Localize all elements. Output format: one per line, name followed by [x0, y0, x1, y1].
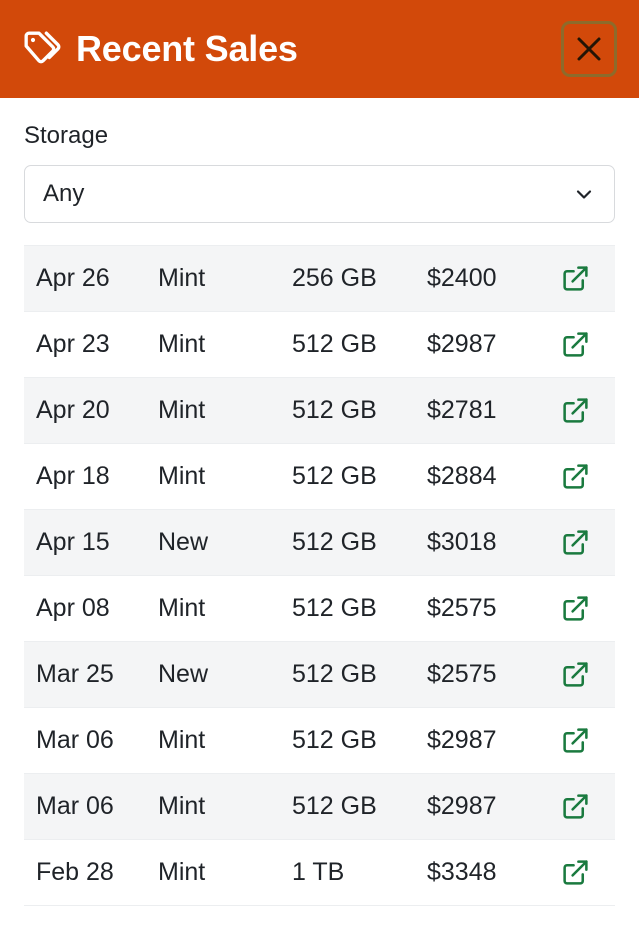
external-link-icon[interactable] — [561, 264, 590, 293]
cell-storage: 512 GB — [292, 662, 427, 687]
external-link-icon[interactable] — [561, 330, 590, 359]
table-row[interactable]: Apr 15 New 512 GB $3018 — [24, 510, 615, 576]
cell-storage: 512 GB — [292, 332, 427, 357]
storage-select[interactable]: Any — [24, 165, 615, 223]
cell-date: Apr 08 — [24, 596, 158, 621]
table-row[interactable]: Feb 28 Mint 1 TB $3348 — [24, 840, 615, 906]
table-row[interactable]: Apr 23 Mint 512 GB $2987 — [24, 312, 615, 378]
table-row[interactable]: Mar 06 Mint 512 GB $2987 — [24, 774, 615, 840]
page-title: Recent Sales — [76, 31, 298, 67]
external-link-icon[interactable] — [561, 462, 590, 491]
cell-date: Feb 28 — [24, 860, 158, 885]
cell-storage: 512 GB — [292, 794, 427, 819]
cell-date: Apr 20 — [24, 398, 158, 423]
cell-link — [557, 528, 615, 557]
cell-date: Apr 15 — [24, 530, 158, 555]
cell-storage: 1 TB — [292, 860, 427, 885]
table-row[interactable]: Mar 06 Mint 512 GB $2987 — [24, 708, 615, 774]
cell-link — [557, 330, 615, 359]
cell-condition: Mint — [158, 860, 292, 885]
cell-date: Apr 26 — [24, 266, 158, 291]
cell-date: Mar 06 — [24, 728, 158, 753]
cell-storage: 512 GB — [292, 596, 427, 621]
cell-link — [557, 264, 615, 293]
external-link-icon[interactable] — [561, 726, 590, 755]
table-row[interactable]: Apr 08 Mint 512 GB $2575 — [24, 576, 615, 642]
external-link-icon[interactable] — [561, 528, 590, 557]
storage-filter-label: Storage — [24, 122, 615, 151]
tags-icon — [22, 29, 62, 69]
cell-date: Apr 18 — [24, 464, 158, 489]
external-link-icon[interactable] — [561, 858, 590, 887]
cell-condition: Mint — [158, 398, 292, 423]
chevron-down-icon — [572, 182, 596, 206]
external-link-icon[interactable] — [561, 396, 590, 425]
cell-condition: Mint — [158, 266, 292, 291]
recent-sales-table: Apr 26 Mint 256 GB $2400 Apr 23 Mint 512… — [24, 245, 615, 906]
storage-filter-section: Storage Any — [0, 98, 639, 223]
cell-condition: Mint — [158, 464, 292, 489]
cell-price: $2781 — [427, 398, 557, 423]
cell-price: $2884 — [427, 464, 557, 489]
cell-condition: Mint — [158, 332, 292, 357]
recent-sales-panel: Recent Sales Storage Any Apr 26 Mint — [0, 0, 639, 927]
cell-price: $2987 — [427, 728, 557, 753]
external-link-icon[interactable] — [561, 792, 590, 821]
cell-condition: Mint — [158, 794, 292, 819]
cell-link — [557, 792, 615, 821]
cell-storage: 512 GB — [292, 464, 427, 489]
header-left-group: Recent Sales — [22, 29, 561, 69]
external-link-icon[interactable] — [561, 660, 590, 689]
cell-storage: 512 GB — [292, 530, 427, 555]
cell-price: $2575 — [427, 596, 557, 621]
cell-storage: 512 GB — [292, 398, 427, 423]
table-row[interactable]: Apr 18 Mint 512 GB $2884 — [24, 444, 615, 510]
cell-link — [557, 594, 615, 623]
cell-price: $3348 — [427, 860, 557, 885]
table-row[interactable]: Mar 25 New 512 GB $2575 — [24, 642, 615, 708]
cell-price: $2987 — [427, 794, 557, 819]
cell-link — [557, 462, 615, 491]
cell-date: Apr 23 — [24, 332, 158, 357]
cell-link — [557, 396, 615, 425]
cell-condition: New — [158, 530, 292, 555]
cell-condition: New — [158, 662, 292, 687]
cell-condition: Mint — [158, 728, 292, 753]
close-button[interactable] — [561, 21, 617, 77]
close-icon — [574, 34, 604, 64]
cell-price: $2575 — [427, 662, 557, 687]
cell-link — [557, 726, 615, 755]
cell-date: Mar 25 — [24, 662, 158, 687]
cell-condition: Mint — [158, 596, 292, 621]
table-row[interactable]: Apr 26 Mint 256 GB $2400 — [24, 246, 615, 312]
storage-select-value: Any — [43, 182, 572, 206]
panel-header: Recent Sales — [0, 0, 639, 98]
cell-link — [557, 858, 615, 887]
cell-price: $2987 — [427, 332, 557, 357]
cell-price: $3018 — [427, 530, 557, 555]
cell-storage: 512 GB — [292, 728, 427, 753]
table-row[interactable]: Apr 20 Mint 512 GB $2781 — [24, 378, 615, 444]
cell-storage: 256 GB — [292, 266, 427, 291]
cell-link — [557, 660, 615, 689]
cell-date: Mar 06 — [24, 794, 158, 819]
cell-price: $2400 — [427, 266, 557, 291]
external-link-icon[interactable] — [561, 594, 590, 623]
